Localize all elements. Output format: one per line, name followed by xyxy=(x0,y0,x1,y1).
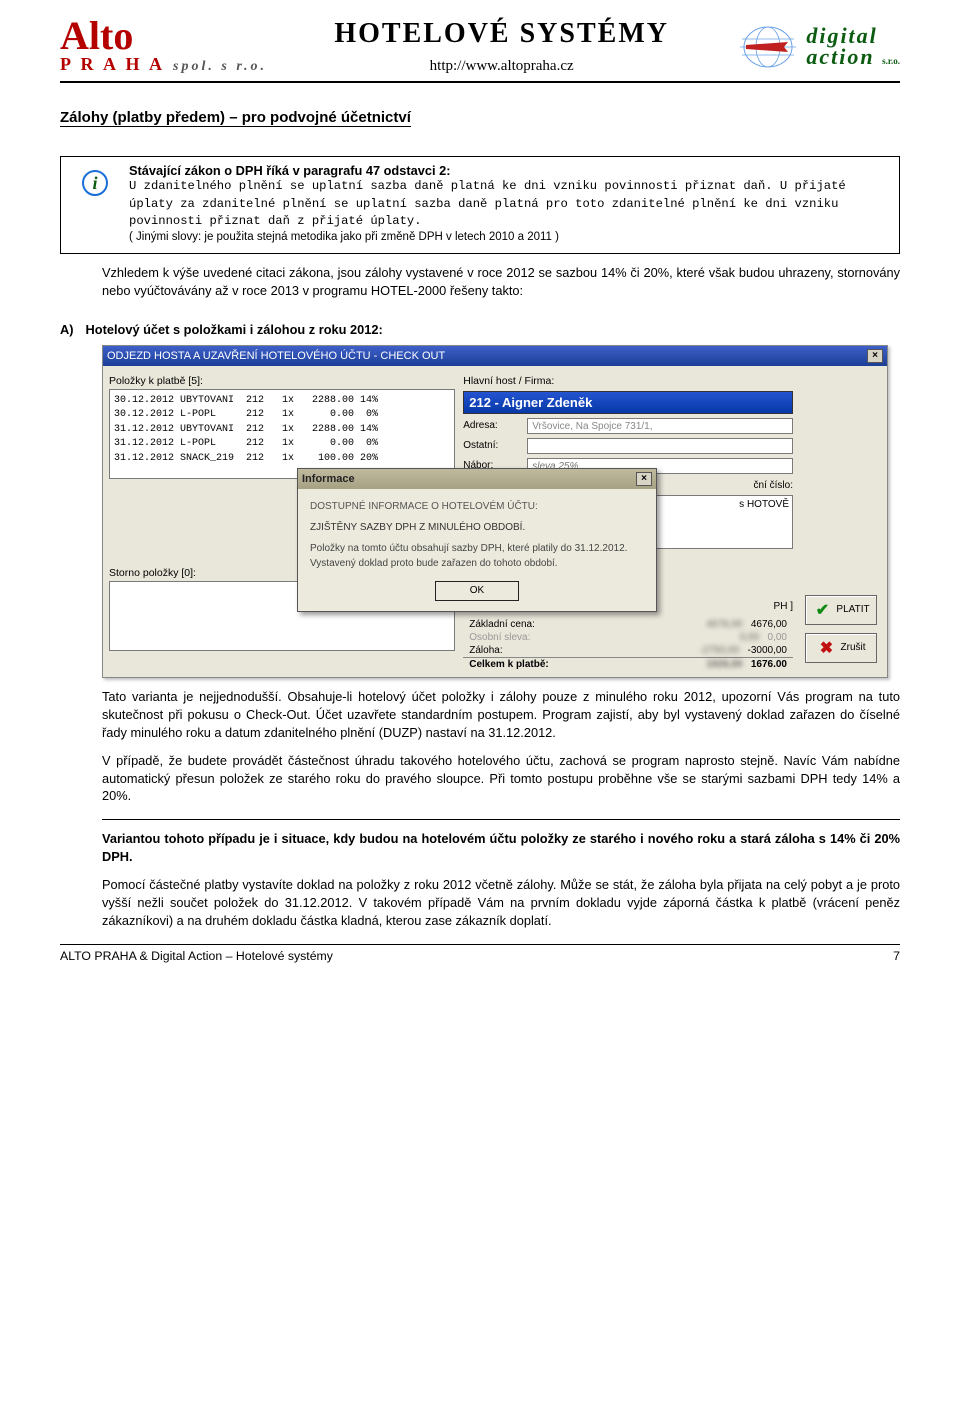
checkout-window: ODJEZD HOSTA A UZAVŘENÍ HOTELOVÉHO ÚČTU … xyxy=(102,345,888,678)
logo-alto-small: spol. s r.o. xyxy=(173,59,267,75)
page-header: Alto P R A H A spol. s r.o. HOTELOVÉ SYS… xyxy=(60,18,900,83)
logo-da-line2: action xyxy=(806,44,874,69)
info-dialog-text-2: Vystavený doklad proto bude zařazen do t… xyxy=(310,556,644,571)
pay-button-label: PLATIT xyxy=(836,604,869,615)
paragraph-2: Tato varianta je nejjednodušší. Obsahuje… xyxy=(102,688,900,742)
logo-alto-line1: Alto xyxy=(60,18,267,54)
section-A-title: Hotelový účet s položkami i zálohou z ro… xyxy=(86,322,383,337)
info-dialog-text-1: Položky na tomto účtu obsahují sazby DPH… xyxy=(310,541,644,556)
info-note: ( Jinými slovy: je použita stejná metodi… xyxy=(129,231,889,243)
total-base-value: 4676,00 xyxy=(751,619,787,630)
pay-button[interactable]: ✔ PLATIT xyxy=(805,595,877,625)
other-label: Ostatní: xyxy=(463,440,521,451)
paragraph-3: V případě, že budete provádět částečnost… xyxy=(102,752,900,806)
logo-alto-line2: P R A H A xyxy=(60,54,165,75)
close-icon[interactable]: × xyxy=(636,472,652,486)
list-item: 30.12.2012 UBYTOVANI 212 1x 2288.00 14% xyxy=(114,395,378,406)
list-item: 30.12.2012 L-POPL 212 1x 0.00 0% xyxy=(114,409,378,420)
total-deposit-value: -3000,00 xyxy=(748,645,787,656)
cancel-button-label: Zrušit xyxy=(841,642,866,653)
page-number: 7 xyxy=(893,949,900,963)
info-law-text: U zdanitelného plnění se uplatní sazba d… xyxy=(129,178,889,231)
intro-paragraph: Vzhledem k výše uvedené citaci zákona, j… xyxy=(102,264,900,300)
info-dialog-titlebar: Informace × xyxy=(298,469,656,489)
divider xyxy=(102,819,900,820)
paragraph-5: Pomocí částečné platby vystavíte doklad … xyxy=(102,876,900,930)
total-discount-label: Osobní sleva: xyxy=(469,632,530,643)
info-icon: i xyxy=(71,163,119,203)
info-box: i Stávající zákon o DPH říká v paragrafu… xyxy=(60,156,900,254)
checkmark-icon: ✔ xyxy=(812,600,832,620)
totals-block: Základní cena: 4676,00 4676,00 Osobní sl… xyxy=(463,618,793,671)
checkout-title: ODJEZD HOSTA A UZAVŘENÍ HOTELOVÉHO ÚČTU … xyxy=(107,350,445,362)
host-label: Hlavní host / Firma: xyxy=(463,375,793,387)
address-label: Adresa: xyxy=(463,420,521,431)
section-A-letter: A) xyxy=(60,322,74,337)
ok-button[interactable]: OK xyxy=(435,581,519,601)
footer-divider xyxy=(60,944,900,945)
info-dialog: Informace × DOSTUPNÉ INFORMACE O HOTELOV… xyxy=(297,468,657,612)
logo-alto: Alto P R A H A spol. s r.o. xyxy=(60,18,267,75)
logo-da-small: s.r.o. xyxy=(882,56,900,66)
info-bold-intro: Stávající zákon o DPH říká v paragrafu 4… xyxy=(129,163,450,178)
items-listbox[interactable]: 30.12.2012 UBYTOVANI 212 1x 2288.00 14% … xyxy=(109,389,455,479)
logo-digital-action: digital action s.r.o. xyxy=(736,21,900,73)
paragraph-4-bold: Variantou tohoto případu je i situace, k… xyxy=(102,830,900,866)
address-field[interactable]: Vršovice, Na Spojce 731/1, xyxy=(527,418,793,434)
header-title: HOTELOVÉ SYSTÉMY xyxy=(334,18,669,50)
total-sum-label: Celkem k platbě: xyxy=(469,659,548,670)
close-icon[interactable]: × xyxy=(867,349,883,363)
total-base-label: Základní cena: xyxy=(469,619,535,630)
list-item: 31.12.2012 SNACK_219 212 1x 100.00 20% xyxy=(114,453,378,464)
list-item: 31.12.2012 UBYTOVANI 212 1x 2288.00 14% xyxy=(114,424,378,435)
cross-icon: ✖ xyxy=(817,638,837,658)
section-heading: Zálohy (platby předem) – pro podvojné úč… xyxy=(60,109,411,127)
total-deposit-label: Záloha: xyxy=(469,645,502,656)
cancel-button[interactable]: ✖ Zrušit xyxy=(805,633,877,663)
page-footer: ALTO PRAHA & Digital Action – Hotelové s… xyxy=(60,949,900,963)
total-discount-value: 0,00 xyxy=(768,632,787,643)
total-sum-value: 1676.00 xyxy=(751,659,787,670)
info-dialog-title: Informace xyxy=(302,473,355,485)
items-label: Položky k platbě [5]: xyxy=(109,375,455,387)
globe-icon xyxy=(736,21,800,73)
checkout-titlebar: ODJEZD HOSTA A UZAVŘENÍ HOTELOVÉHO ÚČTU … xyxy=(103,346,887,366)
info-dialog-heading: DOSTUPNÉ INFORMACE O HOTELOVÉM ÚČTU: xyxy=(310,499,644,514)
host-field[interactable]: 212 - Aigner Zdeněk xyxy=(463,391,793,414)
footer-left: ALTO PRAHA & Digital Action – Hotelové s… xyxy=(60,949,333,963)
header-url: http://www.altopraha.cz xyxy=(334,58,669,75)
other-field[interactable] xyxy=(527,438,793,454)
list-item: 31.12.2012 L-POPL 212 1x 0.00 0% xyxy=(114,438,378,449)
info-dialog-subheading: ZJIŠTĚNY SAZBY DPH Z MINULÉHO OBDOBÍ. xyxy=(310,520,644,535)
